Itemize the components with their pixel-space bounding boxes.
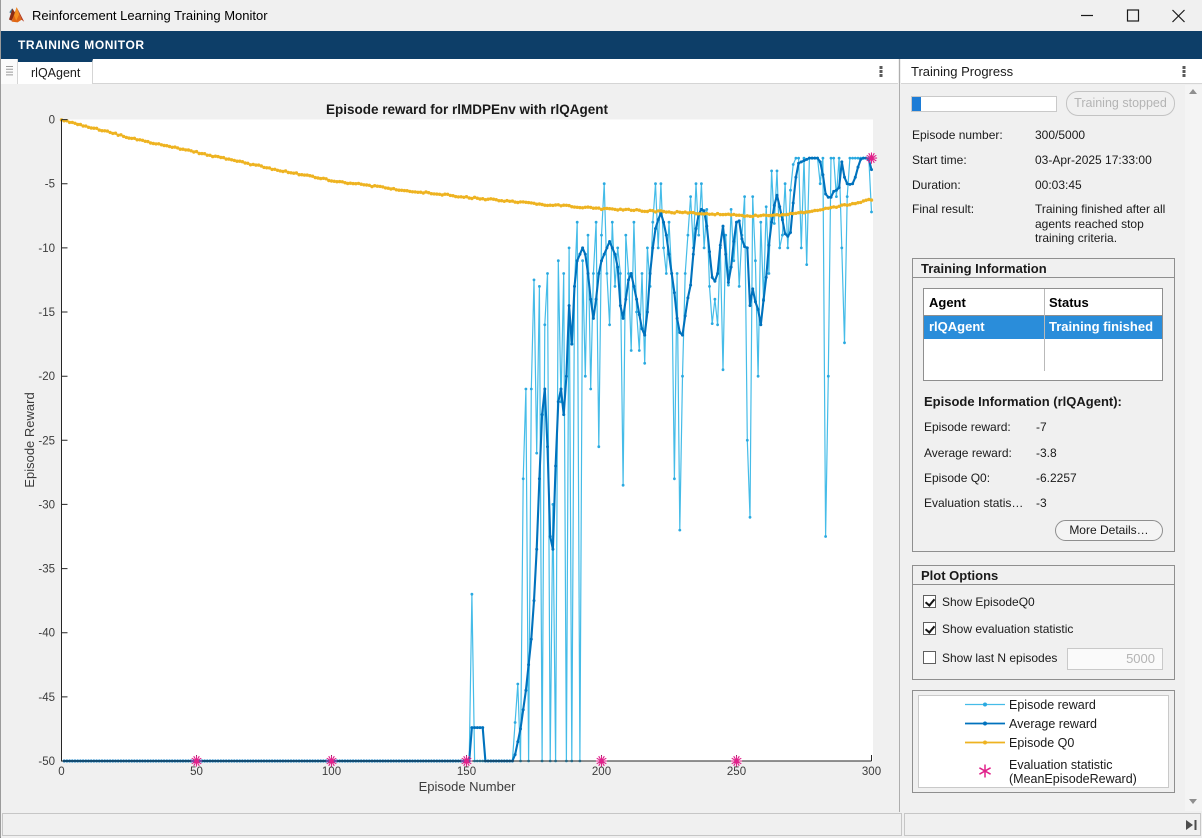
- svg-text:300: 300: [862, 766, 881, 778]
- svg-text:Episode Number: Episode Number: [419, 779, 516, 794]
- svg-text:-25: -25: [38, 435, 55, 447]
- svg-text:200: 200: [592, 766, 611, 778]
- svg-text:0: 0: [58, 766, 64, 778]
- svg-text:-20: -20: [38, 371, 55, 383]
- svg-text:-5: -5: [45, 179, 55, 191]
- svg-text:-10: -10: [38, 243, 55, 255]
- svg-text:-40: -40: [38, 628, 55, 640]
- svg-text:-15: -15: [38, 307, 55, 319]
- svg-text:Episode Reward: Episode Reward: [22, 392, 37, 487]
- svg-text:50: 50: [190, 766, 203, 778]
- svg-text:-35: -35: [38, 564, 55, 576]
- svg-text:-30: -30: [38, 499, 55, 511]
- svg-text:-45: -45: [38, 692, 55, 704]
- svg-text:250: 250: [727, 766, 746, 778]
- svg-text:100: 100: [322, 766, 341, 778]
- svg-text:-50: -50: [38, 756, 55, 768]
- svg-text:Episode reward for rlMDPEnv wi: Episode reward for rlMDPEnv with rlQAgen…: [326, 102, 609, 117]
- svg-text:150: 150: [457, 766, 476, 778]
- svg-text:0: 0: [49, 115, 55, 127]
